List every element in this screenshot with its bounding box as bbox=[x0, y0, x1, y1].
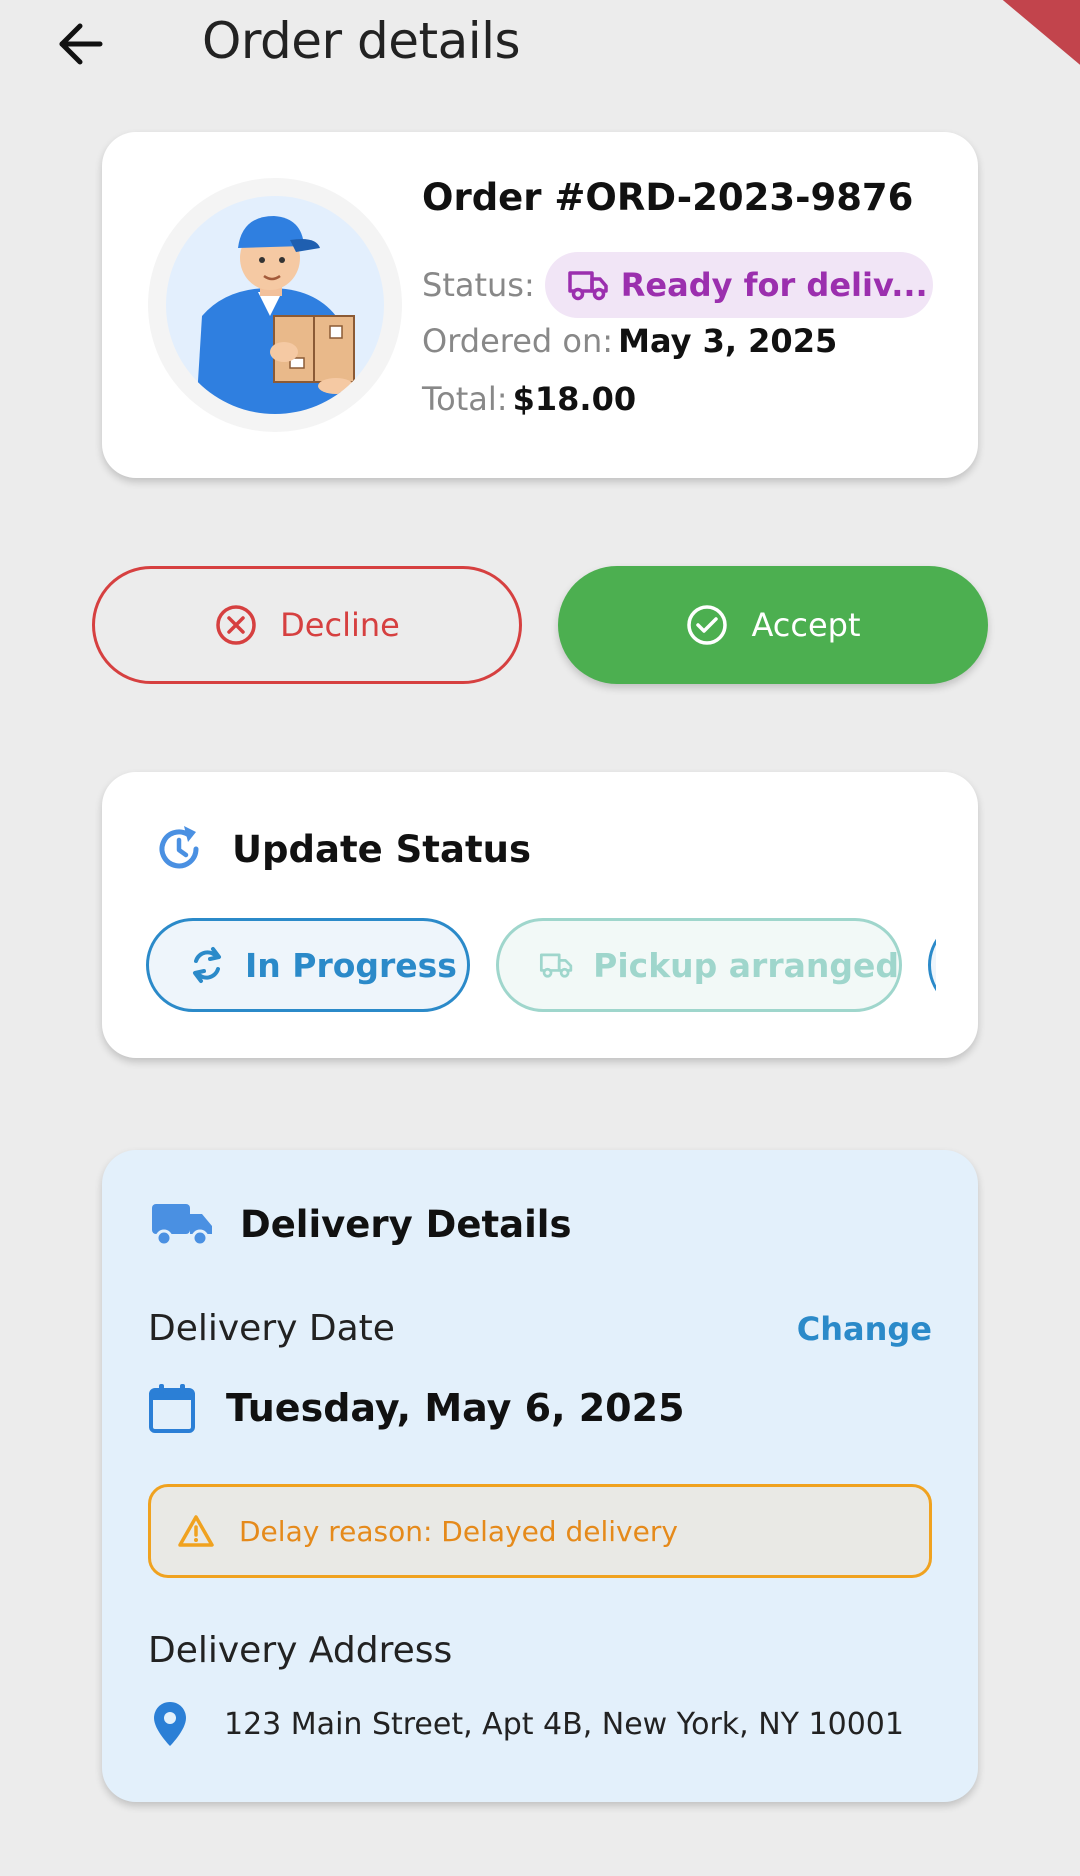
truck-outline-icon bbox=[539, 953, 573, 978]
change-date-link[interactable]: Change bbox=[797, 1310, 932, 1348]
page-title: Order details bbox=[202, 12, 521, 70]
chip-label: Pickup arranged bbox=[593, 945, 899, 985]
delivery-details-card: Delivery Details Delivery Date Change Tu… bbox=[102, 1150, 978, 1802]
delivery-details-header: Delivery Details bbox=[150, 1200, 571, 1248]
delivery-address-value: 123 Main Street, Apt 4B, New York, NY 10… bbox=[224, 1706, 904, 1742]
truck-icon bbox=[568, 271, 608, 301]
arrow-left-icon bbox=[59, 23, 103, 65]
status-badge: Ready for deliv... bbox=[544, 252, 933, 318]
location-pin-icon bbox=[154, 1702, 186, 1746]
update-status-header: Update Status bbox=[152, 822, 531, 876]
ordered-on-label: Ordered on: bbox=[422, 322, 614, 360]
status-chip-next[interactable] bbox=[928, 918, 936, 1012]
update-status-card: Update Status In Progress Pickup arrange… bbox=[102, 772, 978, 1058]
warning-triangle-icon bbox=[178, 1515, 214, 1547]
truck-filled-icon bbox=[152, 1204, 212, 1247]
delay-reason-banner: Delay reason: Delayed delivery bbox=[148, 1484, 932, 1578]
history-clock-icon bbox=[159, 826, 199, 869]
delivery-date-row: Tuesday, May 6, 2025 bbox=[148, 1382, 685, 1434]
delivery-address-row: 123 Main Street, Apt 4B, New York, NY 10… bbox=[152, 1700, 904, 1748]
calendar-icon bbox=[149, 1384, 195, 1433]
decline-label: Decline bbox=[280, 606, 400, 644]
chip-label: In Progress bbox=[245, 945, 457, 985]
top-app-bar: Order details bbox=[0, 0, 1080, 90]
back-button[interactable] bbox=[50, 16, 110, 72]
delivery-date-value: Tuesday, May 6, 2025 bbox=[226, 1386, 685, 1430]
accept-label: Accept bbox=[751, 606, 861, 644]
status-label: Status: bbox=[422, 266, 535, 304]
status-chip-pickup-arranged[interactable]: Pickup arranged bbox=[496, 918, 902, 1012]
total-value: $18.00 bbox=[512, 380, 637, 418]
delivery-date-label: Delivery Date bbox=[148, 1308, 395, 1349]
delay-reason-text: Delay reason: Delayed delivery bbox=[239, 1514, 678, 1548]
accept-button[interactable]: Accept bbox=[558, 566, 988, 684]
delivery-details-title: Delivery Details bbox=[240, 1202, 572, 1246]
delivery-person-illustration bbox=[196, 216, 355, 414]
ordered-on-row: Ordered on: May 3, 2025 bbox=[422, 322, 837, 360]
order-id: Order #ORD-2023-9876 bbox=[422, 176, 914, 219]
decline-button[interactable]: Decline bbox=[92, 566, 522, 684]
total-row: Total: $18.00 bbox=[422, 380, 636, 418]
status-row: Status: Ready for deliv... bbox=[422, 252, 933, 318]
order-summary-card: Order #ORD-2023-9876 Status: Ready for d… bbox=[102, 132, 978, 478]
update-status-title: Update Status bbox=[232, 827, 531, 871]
ordered-on-value: May 3, 2025 bbox=[618, 322, 838, 360]
avatar bbox=[148, 178, 402, 432]
delivery-address-label: Delivery Address bbox=[148, 1630, 453, 1671]
total-label: Total: bbox=[422, 380, 508, 418]
x-circle-icon bbox=[216, 605, 256, 645]
check-circle-icon bbox=[687, 605, 728, 645]
sync-icon bbox=[193, 947, 221, 983]
status-chip-in-progress[interactable]: In Progress bbox=[146, 918, 470, 1012]
status-value: Ready for deliv... bbox=[620, 266, 928, 304]
status-chip-list[interactable]: In Progress Pickup arranged bbox=[146, 918, 936, 1014]
